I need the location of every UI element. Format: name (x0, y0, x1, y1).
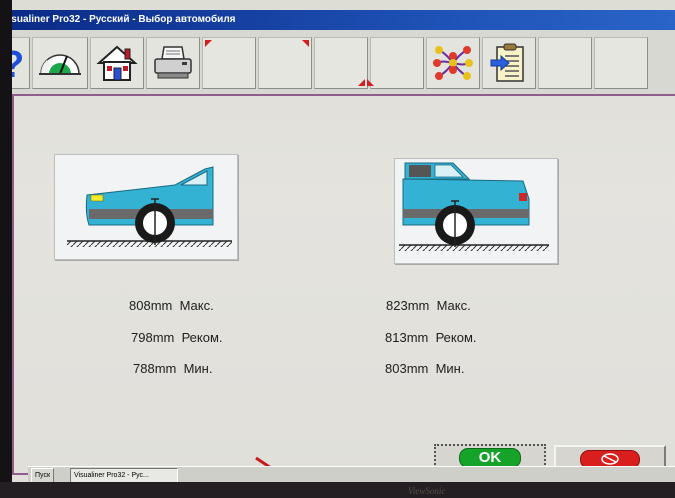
front-min-height: 788mm Мин. (133, 361, 213, 376)
front-ride-height-image (54, 154, 238, 260)
toolbar-slot-6[interactable] (594, 37, 648, 89)
rear-recommended-height: 813mm Реком. (385, 330, 477, 345)
front-car-illustration (67, 166, 232, 247)
main-toolbar: ? (0, 30, 675, 96)
toolbar-slot-2[interactable] (258, 37, 312, 89)
window-title-bar: Visualiner Pro32 - Русский - Выбор автом… (0, 10, 675, 30)
front-max-height: 808mm Макс. (129, 298, 214, 313)
application-screen: Visualiner Pro32 - Русский - Выбор автом… (0, 0, 675, 482)
gauge-button[interactable] (32, 37, 88, 89)
front-recommended-height: 798mm Реком. (131, 330, 223, 345)
clipboard-arrow-icon (490, 43, 524, 82)
start-button[interactable]: Пуск (31, 468, 55, 482)
toolbar-slot-4[interactable] (367, 37, 424, 89)
monitor-bezel-bottom (0, 482, 675, 498)
rear-car-illustration (399, 162, 549, 251)
corner-marker-icon (205, 40, 212, 47)
toolbar-slot-3[interactable] (314, 37, 368, 89)
monitor-bezel-left (0, 0, 12, 498)
molecule-icon (433, 46, 473, 80)
toolbar-slot-1[interactable] (202, 37, 256, 89)
corner-marker-icon (302, 40, 309, 47)
gauge-icon (39, 54, 81, 75)
window-title: Visualiner Pro32 - Русский - Выбор автом… (2, 14, 236, 25)
rear-min-height: 803mm Мин. (385, 361, 465, 376)
taskbar-task-visualiner[interactable]: Visualiner Pro32 - Рус... (70, 468, 178, 482)
home-button[interactable] (90, 37, 144, 89)
no-entry-glyph-icon (601, 453, 619, 465)
start-label: Пуск (35, 472, 51, 479)
clipboard-button[interactable] (482, 37, 536, 89)
house-icon (96, 45, 138, 81)
printer-icon (154, 46, 192, 79)
monitor-brand: ViewSonic (408, 486, 446, 496)
windows-taskbar: Пуск Visualiner Pro32 - Рус... (28, 466, 675, 482)
rear-max-height: 823mm Макс. (386, 298, 471, 313)
content-frame (12, 96, 675, 474)
rear-ride-height-image (394, 158, 558, 264)
specifications-button[interactable] (426, 37, 480, 89)
corner-marker-icon (367, 79, 374, 86)
ok-label: OK (459, 448, 521, 468)
corner-marker-icon (358, 79, 365, 86)
print-button[interactable] (146, 37, 200, 89)
toolbar-slot-5[interactable] (538, 37, 592, 89)
taskbar-task-label: Visualiner Pro32 - Рус... (74, 472, 149, 479)
